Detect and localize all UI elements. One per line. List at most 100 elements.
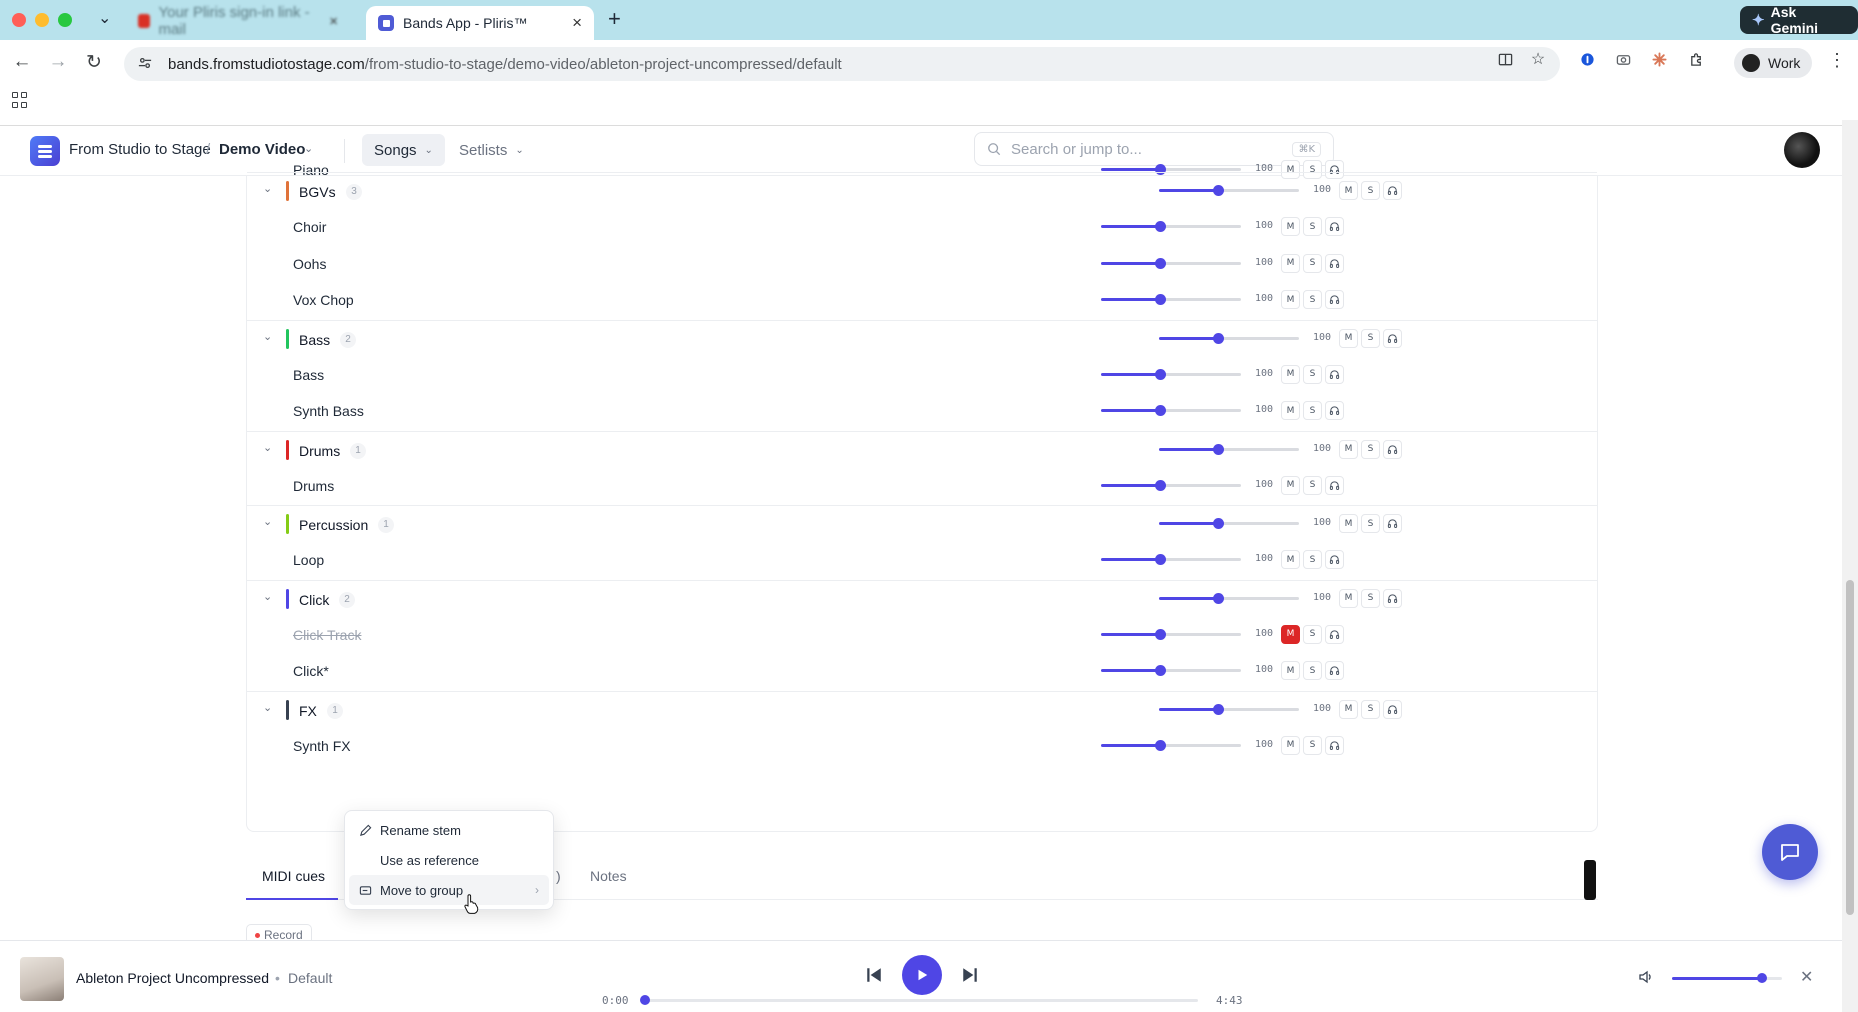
tab-notes[interactable]: Notes [590,868,627,884]
chevron-down-icon[interactable]: ⌄ [263,330,272,343]
player-song-title[interactable]: Ableton Project Uncompressed [76,970,269,986]
mute-button[interactable]: M [1339,328,1358,348]
volume-knob[interactable] [1757,973,1768,983]
mute-button[interactable]: M [1339,588,1358,608]
stem-name[interactable]: Bass [293,367,324,383]
reload-icon[interactable]: ↻ [82,50,106,74]
chevron-down-icon[interactable]: ⌄ [263,590,272,603]
stem-name[interactable]: Synth FX [293,738,351,754]
window-close-button[interactable] [12,13,26,27]
solo-button[interactable]: S [1361,439,1380,459]
stem-volume-slider[interactable] [1101,403,1241,417]
mute-button[interactable]: M [1281,217,1300,236]
mute-button[interactable]: M [1281,364,1300,384]
solo-button[interactable]: S [1303,735,1322,755]
volume-knob[interactable] [1155,479,1166,491]
stem-volume-slider[interactable] [1101,663,1241,677]
stem-row[interactable]: Click* 100 M S [247,653,1597,690]
stem-name[interactable]: Vox Chop [293,292,354,308]
chevron-down-icon[interactable]: ⌄ [263,701,272,714]
group-volume-slider[interactable] [1159,331,1299,345]
stem-name[interactable]: Loop [293,552,324,568]
headphones-icon[interactable] [1383,588,1402,608]
mute-button[interactable]: M [1281,475,1300,495]
group-row[interactable]: ⌄ Click 2 100 M S [247,579,1597,617]
group-row[interactable]: ⌄ FX 1 100 M S [247,690,1597,728]
stem-row[interactable]: Vox Chop 100 M S [247,282,1597,319]
breadcrumb-project[interactable]: Demo Video [219,141,305,158]
volume-knob[interactable] [1155,665,1166,676]
stem-row[interactable]: Oohs 100 M S [247,246,1597,283]
mute-button[interactable]: M [1281,290,1300,309]
mute-button[interactable]: M [1339,699,1358,719]
volume-knob[interactable] [1213,185,1224,196]
menu-item-rename-stem[interactable]: Rename stem [349,815,549,845]
group-row[interactable]: ⌄ Bass 2 100 M S [247,319,1597,357]
stem-name[interactable]: Click* [293,663,329,679]
solo-button[interactable]: S [1361,181,1380,200]
group-volume-slider[interactable] [1159,442,1299,456]
headphones-icon[interactable] [1325,475,1344,495]
headphones-icon[interactable] [1383,328,1402,348]
stem-name[interactable]: Choir [293,219,326,235]
progress-bar[interactable] [640,995,1198,1005]
headphones-icon[interactable] [1325,364,1344,384]
browser-menu-icon[interactable]: ⋮ [1828,50,1846,71]
group-row[interactable]: ⌄ Percussion 1 100 M S [247,505,1597,542]
mute-button[interactable]: M [1281,401,1300,420]
volume-knob[interactable] [1155,257,1166,269]
headphones-icon[interactable] [1325,735,1344,755]
volume-knob[interactable] [1213,332,1224,344]
stem-volume-slider[interactable] [1101,738,1241,752]
stem-name[interactable]: Click Track [293,627,361,643]
headphones-icon[interactable] [1325,624,1344,644]
skip-forward-icon[interactable] [960,965,980,985]
tab-close-icon[interactable]: × [329,13,338,30]
profile-button[interactable]: Work [1734,48,1812,78]
extensions-puzzle-icon[interactable] [1685,48,1707,70]
bands-logo[interactable] [30,136,60,166]
chat-support-button[interactable] [1762,824,1818,880]
stem-volume-slider[interactable] [1101,478,1241,492]
stem-volume-slider[interactable] [1101,256,1241,270]
stem-volume-slider[interactable] [1101,627,1241,641]
stem-volume-slider[interactable] [1101,292,1241,306]
play-button[interactable] [902,955,942,995]
solo-button[interactable]: S [1303,364,1322,384]
tab-hidden-fragment[interactable]: ) [556,868,561,884]
volume-knob[interactable] [1155,405,1166,416]
group-name[interactable]: BGVs [299,184,336,200]
stem-volume-slider[interactable] [1101,367,1241,381]
mute-button[interactable]: M [1339,181,1358,200]
player-volume-slider[interactable] [1672,973,1782,983]
browser-tab-inactive[interactable]: Your Pliris sign-in link - mail × [128,4,348,38]
group-row[interactable]: ⌄ BGVs 3 100 M S [247,172,1597,209]
solo-button[interactable]: S [1361,699,1380,719]
headphones-icon[interactable] [1383,181,1402,200]
group-name[interactable]: Click [299,592,329,608]
headphones-icon[interactable] [1325,217,1344,236]
group-volume-slider[interactable] [1159,702,1299,716]
close-player-icon[interactable]: ✕ [1800,967,1813,987]
stem-name[interactable]: Drums [293,478,334,494]
solo-button[interactable]: S [1361,328,1380,348]
mute-button[interactable]: M [1281,661,1300,680]
stem-row[interactable]: Synth FX 100 M S [247,728,1597,765]
browser-tab-active[interactable]: Bands App - Pliris™ × [366,6,594,40]
setlists-menu-button[interactable]: Setlists ⌄ [451,134,532,166]
solo-button[interactable]: S [1361,514,1380,533]
volume-knob[interactable] [1213,703,1224,715]
volume-knob[interactable] [1213,443,1224,455]
stem-row[interactable]: Loop 100 M S [247,542,1597,579]
group-volume-slider[interactable] [1159,183,1299,197]
group-name[interactable]: Drums [299,443,340,459]
player-version[interactable]: Default [288,970,332,986]
solo-button[interactable]: S [1303,401,1322,420]
headphones-icon[interactable] [1383,699,1402,719]
apps-grid-icon[interactable] [12,92,28,108]
group-row[interactable]: ⌄ Drums 1 100 M S [247,430,1597,468]
solo-button[interactable]: S [1303,253,1322,273]
volume-knob[interactable] [1213,592,1224,604]
headphones-icon[interactable] [1383,439,1402,459]
solo-button[interactable]: S [1303,217,1322,236]
